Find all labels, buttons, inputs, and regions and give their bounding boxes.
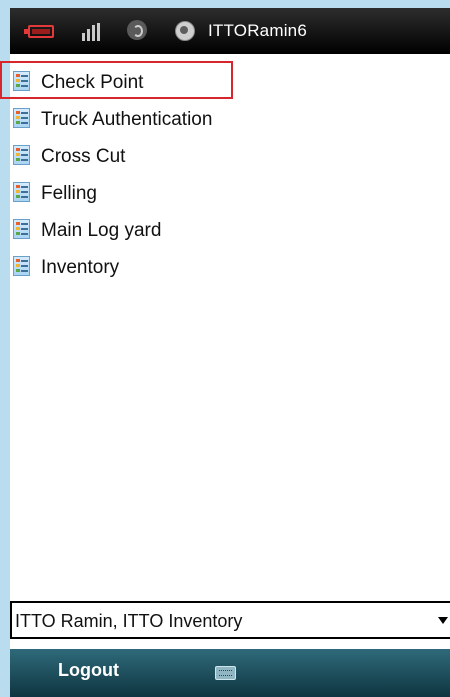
organization-select-value: ITTO Ramin, ITTO Inventory (15, 611, 243, 631)
menu-item-label: Cross Cut (41, 146, 126, 167)
menu-item-label: Main Log yard (41, 220, 162, 241)
menu-item-truck-authentication[interactable]: Truck Authentication (10, 101, 450, 138)
device-screen: ITTORamin6 Check Point Truck Authenticat… (0, 8, 450, 697)
selection-highlight (0, 61, 233, 99)
logout-button[interactable]: Logout (58, 660, 119, 681)
battery-icon (24, 25, 54, 38)
menu-item-cross-cut[interactable]: Cross Cut (10, 138, 450, 175)
list-icon (13, 108, 30, 128)
list-icon (13, 256, 30, 276)
list-icon (13, 219, 30, 239)
organization-select[interactable]: ITTO Ramin, ITTO Inventory (10, 601, 450, 639)
list-icon (13, 182, 30, 202)
menu-item-felling[interactable]: Felling (10, 175, 450, 212)
chevron-down-icon[interactable] (438, 617, 448, 624)
menu-item-label: Felling (41, 183, 97, 204)
status-bar: ITTORamin6 (10, 8, 450, 54)
menu-item-label: Inventory (41, 257, 120, 278)
connect-icon[interactable] (175, 21, 195, 41)
menu-item-check-point[interactable]: Check Point (0, 61, 450, 101)
menu-list: Check Point Truck Authentication Cross C… (0, 61, 450, 286)
keyboard-icon[interactable] (215, 666, 236, 680)
menu-item-inventory[interactable]: Inventory (10, 249, 450, 286)
menu-item-label: Truck Authentication (41, 109, 213, 130)
sync-icon (127, 20, 147, 40)
signal-icon (82, 23, 104, 41)
list-icon (13, 145, 30, 165)
softkey-bar: Logout (10, 649, 450, 697)
app-title: ITTORamin6 (208, 21, 307, 40)
menu-item-main-log-yard[interactable]: Main Log yard (10, 212, 450, 249)
